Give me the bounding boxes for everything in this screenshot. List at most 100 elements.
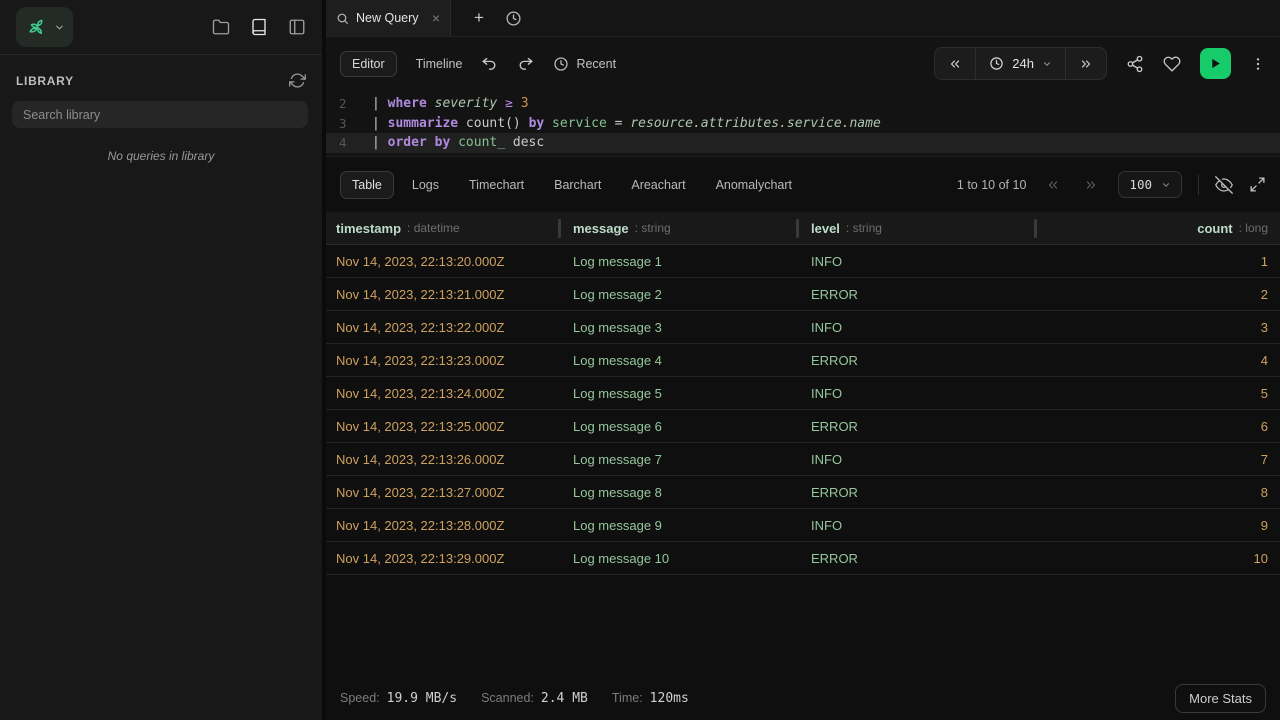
redo-icon[interactable] [517, 55, 534, 72]
cell-count: 6 [1039, 419, 1280, 434]
page-next-icon[interactable] [1080, 178, 1102, 192]
query-editor[interactable]: 2 | where severity ≥ 3 3 | summarize cou… [326, 90, 1280, 156]
favorite-heart-icon[interactable] [1163, 55, 1181, 73]
results-view-tab-logs[interactable]: Logs [400, 171, 451, 199]
column-resize-handle[interactable] [1034, 219, 1037, 238]
results-empty-space [326, 575, 1280, 676]
chevron-down-icon [54, 22, 65, 33]
share-icon[interactable] [1126, 55, 1144, 73]
cell-message: Log message 3 [563, 320, 801, 335]
results-toolbar: TableLogsTimechartBarchartAreachartAnoma… [326, 157, 1280, 212]
column-header-message[interactable]: message : string [563, 212, 801, 244]
history-icon[interactable] [496, 0, 530, 36]
results-view-tab-areachart[interactable]: Areachart [619, 171, 697, 199]
cell-count: 8 [1039, 485, 1280, 500]
chevron-down-icon [1042, 59, 1052, 69]
line-code: | where severity ≥ 3 [352, 94, 529, 114]
code-token [450, 135, 458, 150]
line-number: 3 [326, 114, 352, 134]
page-size-dropdown[interactable]: 100 [1118, 171, 1182, 198]
stat-scanned-value: 2.4 MB [541, 691, 588, 706]
cell-message: Log message 2 [563, 287, 801, 302]
panel-left-icon[interactable] [288, 18, 306, 36]
cell-count: 5 [1039, 386, 1280, 401]
results-view-tab-barchart[interactable]: Barchart [542, 171, 613, 199]
query-tab[interactable]: New Query × [326, 0, 451, 36]
table-row[interactable]: Nov 14, 2023, 22:13:24.000Z Log message … [326, 377, 1280, 410]
time-shift-back-button[interactable] [935, 48, 975, 79]
time-range-picker[interactable]: 24h [975, 48, 1065, 79]
code-token: = [607, 116, 630, 131]
column-type: : string [635, 221, 671, 235]
column-resize-handle[interactable] [796, 219, 799, 238]
cell-count: 1 [1039, 254, 1280, 269]
code-token [505, 135, 513, 150]
app-window: LIBRARY No queries in library New Query … [0, 0, 1280, 720]
results-view-tab-table[interactable]: Table [340, 171, 394, 199]
cell-timestamp: Nov 14, 2023, 22:13:28.000Z [326, 518, 563, 533]
table-row[interactable]: Nov 14, 2023, 22:13:23.000Z Log message … [326, 344, 1280, 377]
code-token: | [372, 135, 388, 150]
column-resize-handle[interactable] [558, 219, 561, 238]
table-row[interactable]: Nov 14, 2023, 22:13:26.000Z Log message … [326, 443, 1280, 476]
timeline-mode-button[interactable]: Timeline [416, 57, 463, 71]
notebook-icon[interactable] [250, 18, 268, 36]
cell-message: Log message 10 [563, 551, 801, 566]
column-type: : datetime [407, 221, 460, 235]
column-header-timestamp[interactable]: timestamp : datetime [326, 212, 563, 244]
library-search-input[interactable] [12, 101, 308, 128]
refresh-icon[interactable] [289, 72, 306, 89]
page-prev-icon[interactable] [1042, 178, 1064, 192]
tab-close-icon[interactable]: × [432, 11, 440, 25]
code-token: service [552, 116, 607, 131]
line-code: | summarize count() by service = resourc… [352, 114, 881, 134]
cell-timestamp: Nov 14, 2023, 22:13:27.000Z [326, 485, 563, 500]
run-query-button[interactable] [1200, 48, 1231, 79]
results-view-tab-anomalychart[interactable]: Anomalychart [704, 171, 804, 199]
chevron-down-icon [1161, 180, 1171, 190]
new-tab-button[interactable]: + [462, 0, 496, 36]
cell-message: Log message 7 [563, 452, 801, 467]
hide-columns-eye-off-icon[interactable] [1215, 176, 1233, 194]
recent-button[interactable]: Recent [553, 56, 616, 72]
org-logo-button[interactable] [16, 7, 73, 47]
time-shift-forward-button[interactable] [1065, 48, 1106, 79]
cell-timestamp: Nov 14, 2023, 22:13:21.000Z [326, 287, 563, 302]
cell-timestamp: Nov 14, 2023, 22:13:26.000Z [326, 452, 563, 467]
cell-level: ERROR [801, 287, 1039, 302]
files-folder-icon[interactable] [212, 18, 230, 36]
editor-line[interactable]: 4 | order by count_ desc [326, 133, 1280, 153]
cell-timestamp: Nov 14, 2023, 22:13:20.000Z [326, 254, 563, 269]
undo-icon[interactable] [481, 55, 498, 72]
time-range-value: 24h [1012, 56, 1034, 71]
more-stats-button[interactable]: More Stats [1175, 684, 1266, 713]
code-token [513, 96, 521, 111]
table-row[interactable]: Nov 14, 2023, 22:13:20.000Z Log message … [326, 245, 1280, 278]
code-token: count() [458, 116, 528, 131]
stat-time: Time: 120ms [612, 691, 689, 706]
kebab-menu-icon[interactable] [1250, 56, 1266, 72]
column-header-count[interactable]: count : long [1039, 212, 1280, 244]
library-header: LIBRARY [0, 55, 322, 101]
table-row[interactable]: Nov 14, 2023, 22:13:27.000Z Log message … [326, 476, 1280, 509]
editor-line[interactable]: 2 | where severity ≥ 3 [326, 94, 1280, 114]
table-header: timestamp : datetime message : string le… [326, 212, 1280, 245]
cell-count: 7 [1039, 452, 1280, 467]
table-row[interactable]: Nov 14, 2023, 22:13:21.000Z Log message … [326, 278, 1280, 311]
editor-mode-button[interactable]: Editor [340, 51, 397, 77]
code-token [544, 116, 552, 131]
line-code: | order by count_ desc [352, 133, 544, 153]
table-row[interactable]: Nov 14, 2023, 22:13:28.000Z Log message … [326, 509, 1280, 542]
column-header-level[interactable]: level : string [801, 212, 1039, 244]
cell-message: Log message 5 [563, 386, 801, 401]
cell-count: 4 [1039, 353, 1280, 368]
expand-results-icon[interactable] [1249, 176, 1266, 193]
editor-line[interactable]: 3 | summarize count() by service = resou… [326, 114, 1280, 134]
table-row[interactable]: Nov 14, 2023, 22:13:25.000Z Log message … [326, 410, 1280, 443]
table-row[interactable]: Nov 14, 2023, 22:13:29.000Z Log message … [326, 542, 1280, 575]
column-type: : string [846, 221, 882, 235]
code-token: severity [435, 96, 498, 111]
results-view-tab-timechart[interactable]: Timechart [457, 171, 536, 199]
column-name: count [1197, 221, 1232, 236]
table-row[interactable]: Nov 14, 2023, 22:13:22.000Z Log message … [326, 311, 1280, 344]
